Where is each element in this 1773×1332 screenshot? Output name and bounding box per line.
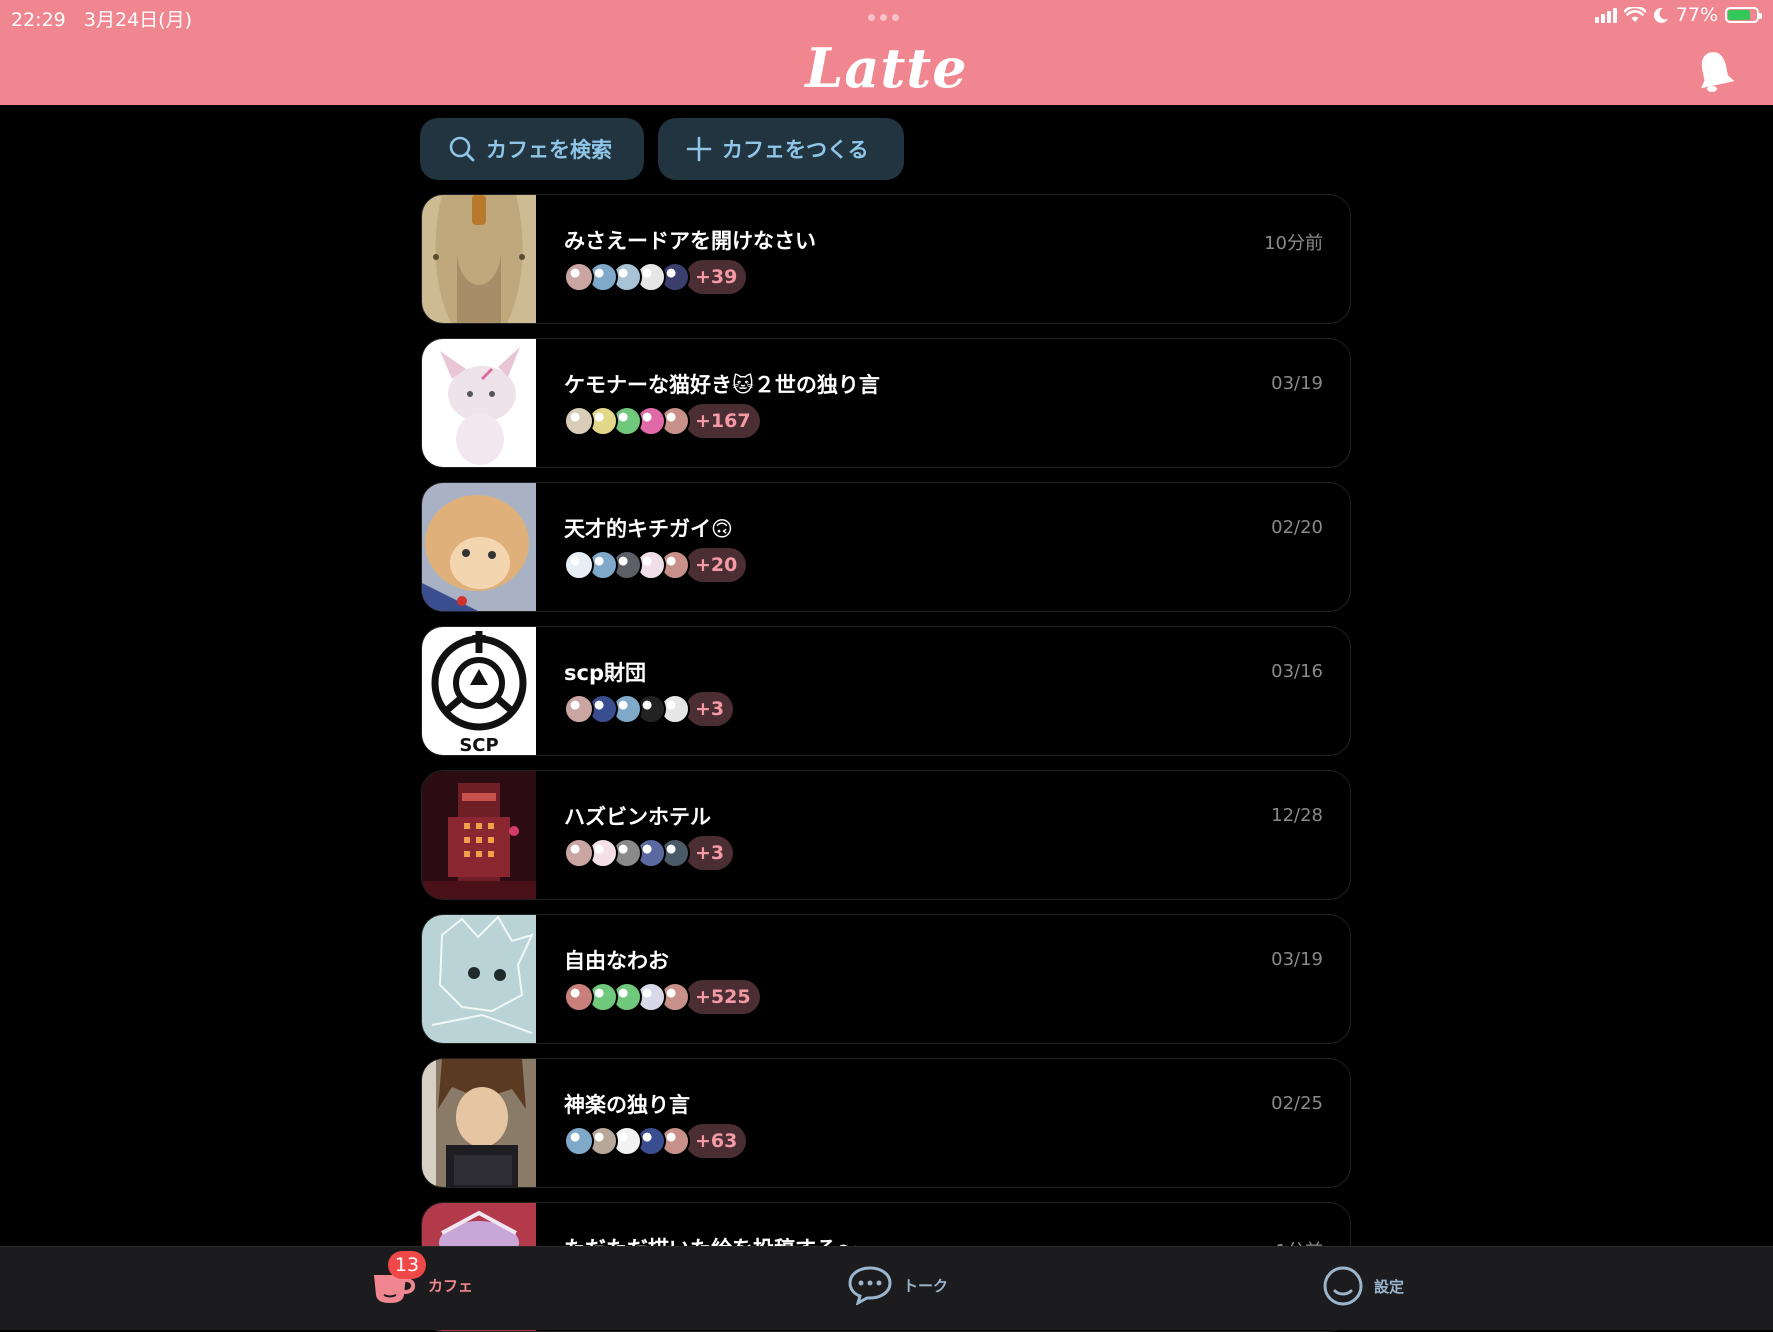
cafe-row[interactable]: ケモナーな猫好き🐱２世の独り言 03/19 +167	[421, 338, 1351, 468]
search-cafe-label: カフェを検索	[486, 138, 612, 162]
member-avatars: +63	[564, 1124, 747, 1158]
cafe-updated-time: 03/19	[1271, 373, 1323, 394]
status-clock: 22:29 3月24日(月)	[11, 5, 192, 32]
member-count-badge: +525	[686, 980, 760, 1014]
status-indicators: 77%	[1594, 4, 1762, 26]
cafe-name: scp財団	[564, 661, 646, 685]
tab-talk-label: トーク	[903, 1276, 949, 1295]
member-count-badge: +3	[686, 692, 734, 726]
tab-talk[interactable]: トーク	[847, 1265, 948, 1305]
cafe-name: みさえードアを開けなさい	[564, 229, 816, 253]
cafe-updated-time: 02/20	[1271, 517, 1323, 538]
cafe-name: 天才的キチガイ🙃	[564, 517, 733, 541]
bottom-tab-bar: 13 カフェ トーク 設定	[0, 1246, 1773, 1330]
member-avatars: +3	[564, 692, 734, 726]
cafe-name: 神楽の独り言	[564, 1093, 690, 1117]
svg-text:SCP: SCP	[459, 735, 498, 756]
cafe-updated-time: 02/25	[1271, 1093, 1323, 1114]
cafe-thumbnail: SCP	[422, 627, 536, 756]
cafe-row[interactable]: みさえードアを開けなさい 10分前 +39	[421, 194, 1351, 324]
status-time: 22:29	[11, 9, 66, 31]
cafe-updated-time: 03/16	[1271, 661, 1323, 682]
tab-settings-label: 設定	[1374, 1277, 1405, 1296]
cafe-name: ケモナーな猫好き🐱２世の独り言	[564, 373, 880, 397]
signal-icon	[1594, 7, 1617, 23]
cafe-row[interactable]: ハズビンホテル 12/28 +3	[421, 770, 1351, 900]
avatar	[564, 982, 594, 1012]
create-cafe-button[interactable]: カフェをつくる	[658, 118, 904, 180]
avatar	[564, 1126, 594, 1156]
cafe-updated-time: 03/19	[1271, 949, 1323, 970]
avatar	[564, 550, 594, 580]
tab-cafe-label: カフェ	[428, 1276, 474, 1295]
cafe-name: 自由なわお	[564, 949, 669, 973]
chat-bubble-icon	[848, 1266, 892, 1305]
member-avatars: +39	[564, 260, 747, 294]
cafe-row[interactable]: 自由なわお 03/19 +525	[421, 914, 1351, 1044]
cafe-thumbnail	[422, 483, 536, 611]
app-header: 22:29 3月24日(月) 77% Latte	[0, 0, 1773, 105]
avatar	[564, 406, 594, 436]
cafe-thumbnail	[422, 1059, 536, 1187]
battery-percent: 77%	[1675, 4, 1718, 26]
moon-icon	[1653, 7, 1668, 23]
tab-cafe[interactable]: 13 カフェ	[372, 1251, 474, 1305]
avatar	[564, 262, 594, 292]
multitask-dots-icon[interactable]	[868, 14, 899, 21]
cafe-thumbnail	[422, 195, 536, 323]
tab-settings[interactable]: 設定	[1322, 1265, 1404, 1307]
cafe-updated-time: 12/28	[1271, 805, 1323, 826]
cafe-thumbnail	[422, 339, 536, 467]
member-avatars: +20	[564, 548, 747, 582]
cafe-actions: カフェを検索 カフェをつくる	[420, 118, 904, 180]
bell-icon[interactable]	[1695, 48, 1735, 94]
create-cafe-label: カフェをつくる	[722, 138, 869, 162]
cafe-row[interactable]: 天才的キチガイ🙃 02/20 +20	[421, 482, 1351, 612]
member-avatars: +525	[564, 980, 760, 1014]
avatar	[564, 838, 594, 868]
wifi-icon	[1623, 7, 1646, 22]
cafe-thumbnail	[422, 771, 536, 899]
cafe-thumbnail	[422, 915, 536, 1043]
plus-icon	[686, 136, 712, 162]
cafe-updated-time: 10分前	[1264, 233, 1323, 254]
battery-icon	[1725, 7, 1762, 23]
member-count-badge: +39	[686, 260, 747, 294]
member-count-badge: +3	[686, 836, 734, 870]
status-date: 3月24日(月)	[83, 9, 192, 31]
member-count-badge: +20	[686, 548, 747, 582]
member-count-badge: +167	[686, 404, 760, 438]
avatar	[564, 694, 594, 724]
cafe-row[interactable]: 神楽の独り言 02/25 +63	[421, 1058, 1351, 1188]
member-avatars: +167	[564, 404, 760, 438]
profile-face-icon	[1323, 1266, 1363, 1306]
cafe-notification-badge: 13	[388, 1251, 426, 1279]
app-logo: Latte	[805, 36, 968, 100]
cafe-name: ハズビンホテル	[564, 805, 711, 829]
member-avatars: +3	[564, 836, 734, 870]
search-cafe-button[interactable]: カフェを検索	[420, 118, 644, 180]
search-icon	[449, 136, 475, 162]
member-count-badge: +63	[686, 1124, 747, 1158]
cafe-row[interactable]: SCP scp財団 03/16 +3	[421, 626, 1351, 756]
